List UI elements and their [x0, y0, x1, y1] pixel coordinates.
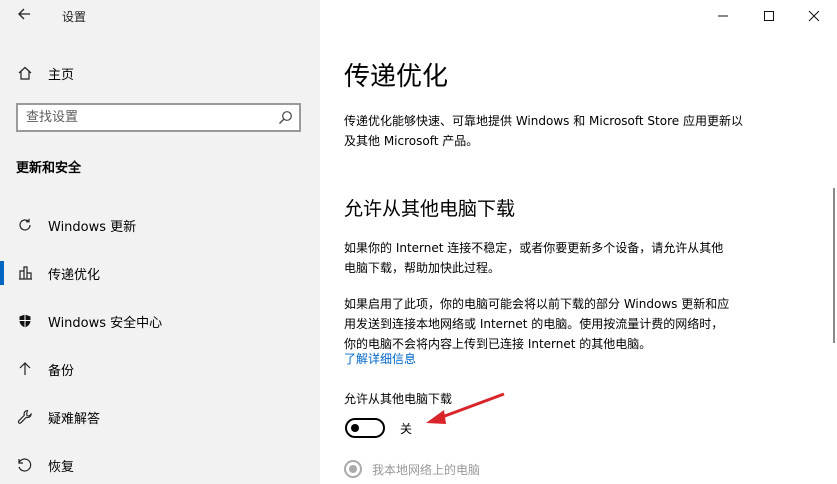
- sidebar-item-windows-update[interactable]: Windows 更新: [0, 207, 320, 243]
- intro-line: 传递优化能够快速、可靠地提供 Windows 和 Microsoft Store…: [344, 114, 743, 128]
- sidebar-item-label: 恢复: [48, 459, 75, 475]
- section-heading: 更新和安全: [16, 161, 82, 176]
- main-content: 传递优化 传递优化能够快速、可靠地提供 Windows 和 Microsoft …: [320, 0, 837, 484]
- sidebar-item-recovery[interactable]: 恢复: [0, 447, 320, 483]
- sidebar-item-windows-security[interactable]: Windows 安全中心: [0, 303, 320, 339]
- radio-label: 我本地网络上的电脑: [372, 463, 481, 477]
- paragraph-line: 如果你的 Internet 连接不稳定，或者你要更新多个设备，请允许从其他: [344, 241, 724, 255]
- app-title: 设置: [62, 10, 87, 24]
- maximize-icon: [764, 11, 774, 21]
- minimize-button[interactable]: [700, 0, 746, 32]
- delivery-optimization-icon: [15, 263, 35, 283]
- sidebar-item-troubleshoot[interactable]: 疑难解答: [0, 399, 320, 435]
- shield-icon: [15, 311, 35, 331]
- section-subtitle: 允许从其他电脑下载: [344, 198, 516, 220]
- local-network-radio[interactable]: [344, 460, 362, 478]
- sidebar-item-label: Windows 更新: [48, 219, 137, 235]
- allow-downloads-toggle[interactable]: [345, 418, 385, 438]
- toggle-state-text: 关: [400, 422, 413, 436]
- sidebar-item-label: 主页: [48, 67, 75, 83]
- search-input[interactable]: [26, 105, 266, 130]
- back-arrow-icon: [18, 8, 30, 20]
- sidebar-item-label: Windows 安全中心: [48, 315, 163, 331]
- intro-text: 传递优化能够快速、可靠地提供 Windows 和 Microsoft Store…: [344, 111, 804, 151]
- home-icon: [15, 63, 35, 83]
- description-paragraph-1: 如果你的 Internet 连接不稳定，或者你要更新多个设备，请允许从其他 电脑…: [344, 238, 804, 278]
- minimize-icon: [718, 15, 728, 17]
- radio-dot: [349, 465, 357, 473]
- refresh-icon: [15, 215, 35, 235]
- sidebar-item-label: 疑难解答: [48, 411, 101, 427]
- sidebar-item-label: 备份: [48, 363, 75, 379]
- recovery-icon: [15, 455, 35, 475]
- close-icon: [808, 10, 820, 22]
- sidebar-item-label: 传递优化: [48, 267, 101, 283]
- search-icon[interactable]: [278, 110, 293, 125]
- wrench-icon: [15, 407, 35, 427]
- annotation-arrow-icon: [426, 392, 505, 424]
- sidebar-item-delivery-optimization[interactable]: 传递优化: [0, 255, 320, 291]
- scrollbar[interactable]: [833, 188, 835, 343]
- sidebar-item-backup[interactable]: 备份: [0, 351, 320, 387]
- sidebar: 设置 主页 更新和安全 Windows 更新 传递优化 Windows 安全中心: [0, 0, 320, 484]
- paragraph-line: 用发送到连接本地网络或 Internet 的电脑。使用按流量计费的网络时，: [344, 317, 724, 331]
- toggle-knob: [351, 424, 359, 432]
- search-box[interactable]: [16, 103, 301, 132]
- backup-arrow-icon: [15, 359, 35, 379]
- paragraph-line: 如果启用了此项，你的电脑可能会将以前下载的部分 Windows 更新和应: [344, 297, 730, 311]
- sidebar-item-home[interactable]: 主页: [0, 55, 320, 91]
- learn-more-link[interactable]: 了解详细信息: [344, 350, 416, 367]
- close-button[interactable]: [791, 0, 837, 32]
- back-button[interactable]: [14, 6, 34, 26]
- page-title: 传递优化: [344, 62, 449, 92]
- paragraph-line: 电脑下载，帮助加快此过程。: [344, 261, 501, 275]
- intro-line: 及其他 Microsoft 产品。: [344, 134, 479, 148]
- description-paragraph-2: 如果启用了此项，你的电脑可能会将以前下载的部分 Windows 更新和应 用发送…: [344, 294, 804, 354]
- maximize-button[interactable]: [746, 0, 792, 32]
